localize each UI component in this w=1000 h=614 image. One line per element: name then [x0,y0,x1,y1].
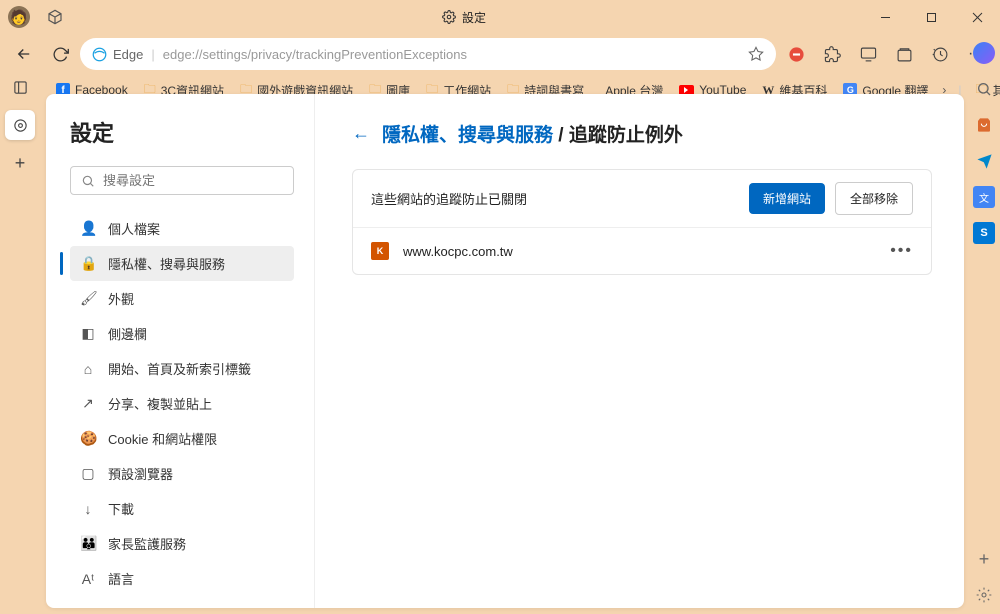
vtab-settings[interactable] [5,72,35,102]
copilot-icon[interactable] [973,42,995,64]
cookie-icon: 🍪 [80,430,96,447]
telegram-icon[interactable] [973,150,995,172]
profile-avatar[interactable]: 🧑 [8,6,30,28]
settings-main: ← 隱私權、搜尋與服務 / 追蹤防止例外 這些網站的追蹤防止已關閉 新增網站 全… [320,94,964,608]
nav-label: 家長監護服務 [108,534,186,553]
shopping-icon[interactable] [973,114,995,136]
lang-icon: Aᵗ [80,571,96,587]
breadcrumb-sep: / [553,125,569,146]
settings-nav: 設定 👤 個人檔案 🔒 隱私權、搜尋與服務 🖌 外觀 ◧ 側邊欄 ⌂ 開始、首頁及新索引標籤 ↗ 分享… [46,94,314,608]
nav-label: 分享、複製並貼上 [108,394,212,413]
settings-sidebar-icon[interactable] [973,584,995,606]
window-title: 設定 [462,9,486,26]
vertical-tabs-bar: + [0,66,40,614]
refresh-button[interactable] [44,38,76,70]
collections-icon[interactable] [888,38,920,70]
settings-page: 設定 👤 個人檔案 🔒 隱私權、搜尋與服務 🖌 外觀 ◧ 側邊欄 ⌂ 開始、首頁及新索引標籤 ↗ 分享… [46,94,964,608]
site-identity-label: Edge [113,47,143,62]
nav-label: 印表機 [108,607,147,609]
nav-label: Cookie 和網站權限 [108,429,217,448]
nav-label: 隱私權、搜尋與服務 [108,254,225,273]
breadcrumb-current: 追蹤防止例外 [569,125,683,146]
search-icon [81,174,95,188]
address-bar[interactable]: Edge | edge://settings/privacy/trackingP… [80,38,776,70]
nav-label: 語言 [108,569,134,588]
right-sidebar: 文 S + [968,34,1000,614]
skype-icon[interactable]: S [973,222,995,244]
nav-label: 個人檔案 [108,219,160,238]
vtab-current[interactable] [5,110,35,140]
family-icon: 👪 [80,535,96,552]
breadcrumb: ← 隱私權、搜尋與服務 / 追蹤防止例外 [352,120,932,147]
browser-toolbar: Edge | edge://settings/privacy/trackingP… [0,34,1000,74]
cast-icon[interactable] [852,38,884,70]
remove-all-button[interactable]: 全部移除 [835,182,913,215]
workspaces-icon[interactable] [44,6,66,28]
favorite-star-icon[interactable] [748,46,764,62]
nav-label: 外觀 [108,289,134,308]
home-icon: ⌂ [80,361,96,377]
nav-item-brush[interactable]: 🖌 外觀 [70,281,294,316]
maximize-button[interactable] [908,0,954,34]
site-url: www.kocpc.com.tw [403,244,876,259]
history-icon[interactable] [924,38,956,70]
extensions-icon[interactable] [816,38,848,70]
nav-label: 預設瀏覽器 [108,464,173,483]
nav-item-sidebar[interactable]: ◧ 側邊欄 [70,316,294,351]
lock-icon: 🔒 [80,255,96,272]
nav-item-browser[interactable]: ▢ 預設瀏覽器 [70,456,294,491]
nav-item-lock[interactable]: 🔒 隱私權、搜尋與服務 [70,246,294,281]
sidebar-icon: ◧ [80,325,96,342]
search-sidebar-icon[interactable] [973,78,995,100]
nav-item-family[interactable]: 👪 家長監護服務 [70,526,294,561]
site-identity[interactable]: Edge [92,47,143,62]
nav-label: 側邊欄 [108,324,147,343]
google-translate-sidebar-icon[interactable]: 文 [973,186,995,208]
site-more-icon[interactable]: ••• [890,242,913,260]
download-icon: ↓ [80,501,96,517]
share-icon: ↗ [80,395,96,412]
gear-icon [442,10,456,24]
nav-item-download[interactable]: ↓ 下載 [70,491,294,526]
adblock-icon[interactable] [780,38,812,70]
new-tab-button[interactable]: + [5,148,35,178]
add-sidebar-icon[interactable]: + [973,548,995,570]
url-text: edge://settings/privacy/trackingPreventi… [163,47,740,62]
settings-heading: 設定 [70,116,294,148]
window-titlebar: 🧑 設定 [0,0,1000,34]
exceptions-card: 這些網站的追蹤防止已關閉 新增網站 全部移除 K www.kocpc.com.t… [352,169,932,275]
nav-item-share[interactable]: ↗ 分享、複製並貼上 [70,386,294,421]
minimize-button[interactable] [862,0,908,34]
nav-label: 下載 [108,499,134,518]
browser-icon: ▢ [80,465,96,482]
nav-item-cookie[interactable]: 🍪 Cookie 和網站權限 [70,421,294,456]
settings-search[interactable] [70,166,294,195]
nav-item-lang[interactable]: Aᵗ 語言 [70,561,294,596]
nav-item-home[interactable]: ⌂ 開始、首頁及新索引標籤 [70,351,294,386]
printer-icon: 🖶 [80,604,96,608]
exception-site-row: K www.kocpc.com.tw ••• [353,228,931,274]
settings-search-input[interactable] [103,173,283,188]
nav-item-user[interactable]: 👤 個人檔案 [70,211,294,246]
brush-icon: 🖌 [80,290,96,307]
site-favicon: K [371,242,389,260]
close-button[interactable] [954,0,1000,34]
nav-item-printer[interactable]: 🖶 印表機 [70,596,294,608]
nav-label: 開始、首頁及新索引標籤 [108,359,251,378]
add-site-button[interactable]: 新增網站 [749,183,825,214]
user-icon: 👤 [80,220,96,237]
breadcrumb-link[interactable]: 隱私權、搜尋與服務 [382,125,553,146]
card-title: 這些網站的追蹤防止已關閉 [371,189,749,208]
breadcrumb-back-icon[interactable]: ← [352,123,370,144]
